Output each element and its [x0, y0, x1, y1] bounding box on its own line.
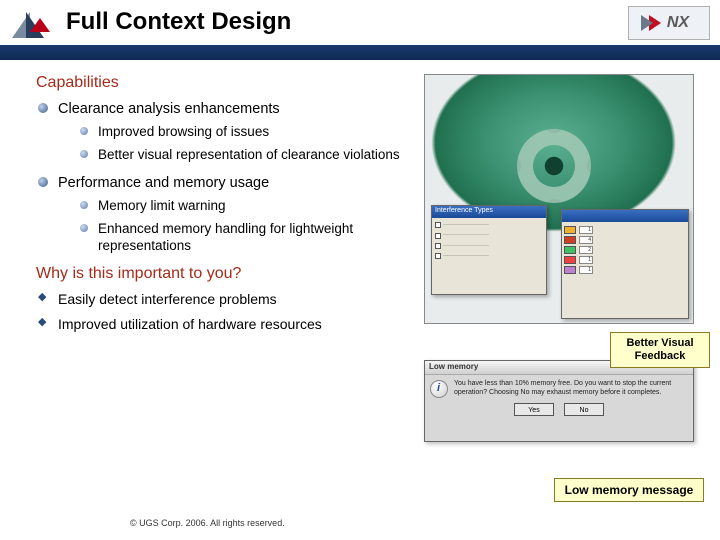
swatch-icon: [564, 256, 576, 264]
why-bullet: Improved utilization of hardware resourc…: [36, 316, 416, 334]
popup-titlebar: [562, 210, 688, 222]
dialog-message: You have less than 10% memory free. Do y…: [454, 380, 688, 398]
nx-text: NX: [667, 14, 689, 32]
nx-arrow-icon: [649, 15, 661, 31]
slide-title: Full Context Design: [66, 8, 291, 36]
no-button[interactable]: No: [564, 403, 604, 416]
swatch-icon: [564, 236, 576, 244]
why-heading: Why is this important to you?: [36, 265, 416, 283]
bullet-label: Performance and memory usage: [58, 175, 269, 191]
clearance-legend: 1 4 2 1 1: [561, 209, 689, 319]
swatch-icon: [564, 266, 576, 274]
why-bullet: Easily detect interference problems: [36, 291, 416, 309]
callout-visual-feedback: Better Visual Feedback: [610, 332, 710, 368]
capabilities-heading: Capabilities: [36, 74, 416, 92]
copyright-footer: © UGS Corp. 2006. All rights reserved.: [130, 518, 285, 528]
callout-low-memory: Low memory message: [554, 478, 704, 502]
interference-palette: Interference Types ·····················…: [431, 205, 547, 295]
sub-bullet: Enhanced memory handling for lightweight…: [58, 221, 416, 255]
info-icon: [430, 380, 448, 398]
slide-header: Full Context Design NX: [0, 0, 720, 60]
sub-bullet: Memory limit warning: [58, 198, 416, 215]
sub-bullet: Improved browsing of issues: [58, 124, 416, 141]
swatch-icon: [564, 246, 576, 254]
nx-badge: NX: [628, 6, 710, 40]
bullet-clearance: Clearance analysis enhancements Improved…: [36, 100, 416, 164]
swatch-icon: [564, 226, 576, 234]
bullet-label: Clearance analysis enhancements: [58, 101, 280, 117]
popup-titlebar: Interference Types: [432, 206, 546, 218]
clearance-screenshot: Interference Types ·····················…: [424, 74, 694, 324]
yes-button[interactable]: Yes: [514, 403, 554, 416]
sub-bullet: Better visual representation of clearanc…: [58, 147, 416, 164]
ugs-logo-icon: [12, 12, 52, 42]
low-memory-dialog: Low memory You have less than 10% memory…: [424, 360, 694, 442]
bullet-performance: Performance and memory usage Memory limi…: [36, 174, 416, 255]
cad-part-ring: [517, 129, 591, 203]
